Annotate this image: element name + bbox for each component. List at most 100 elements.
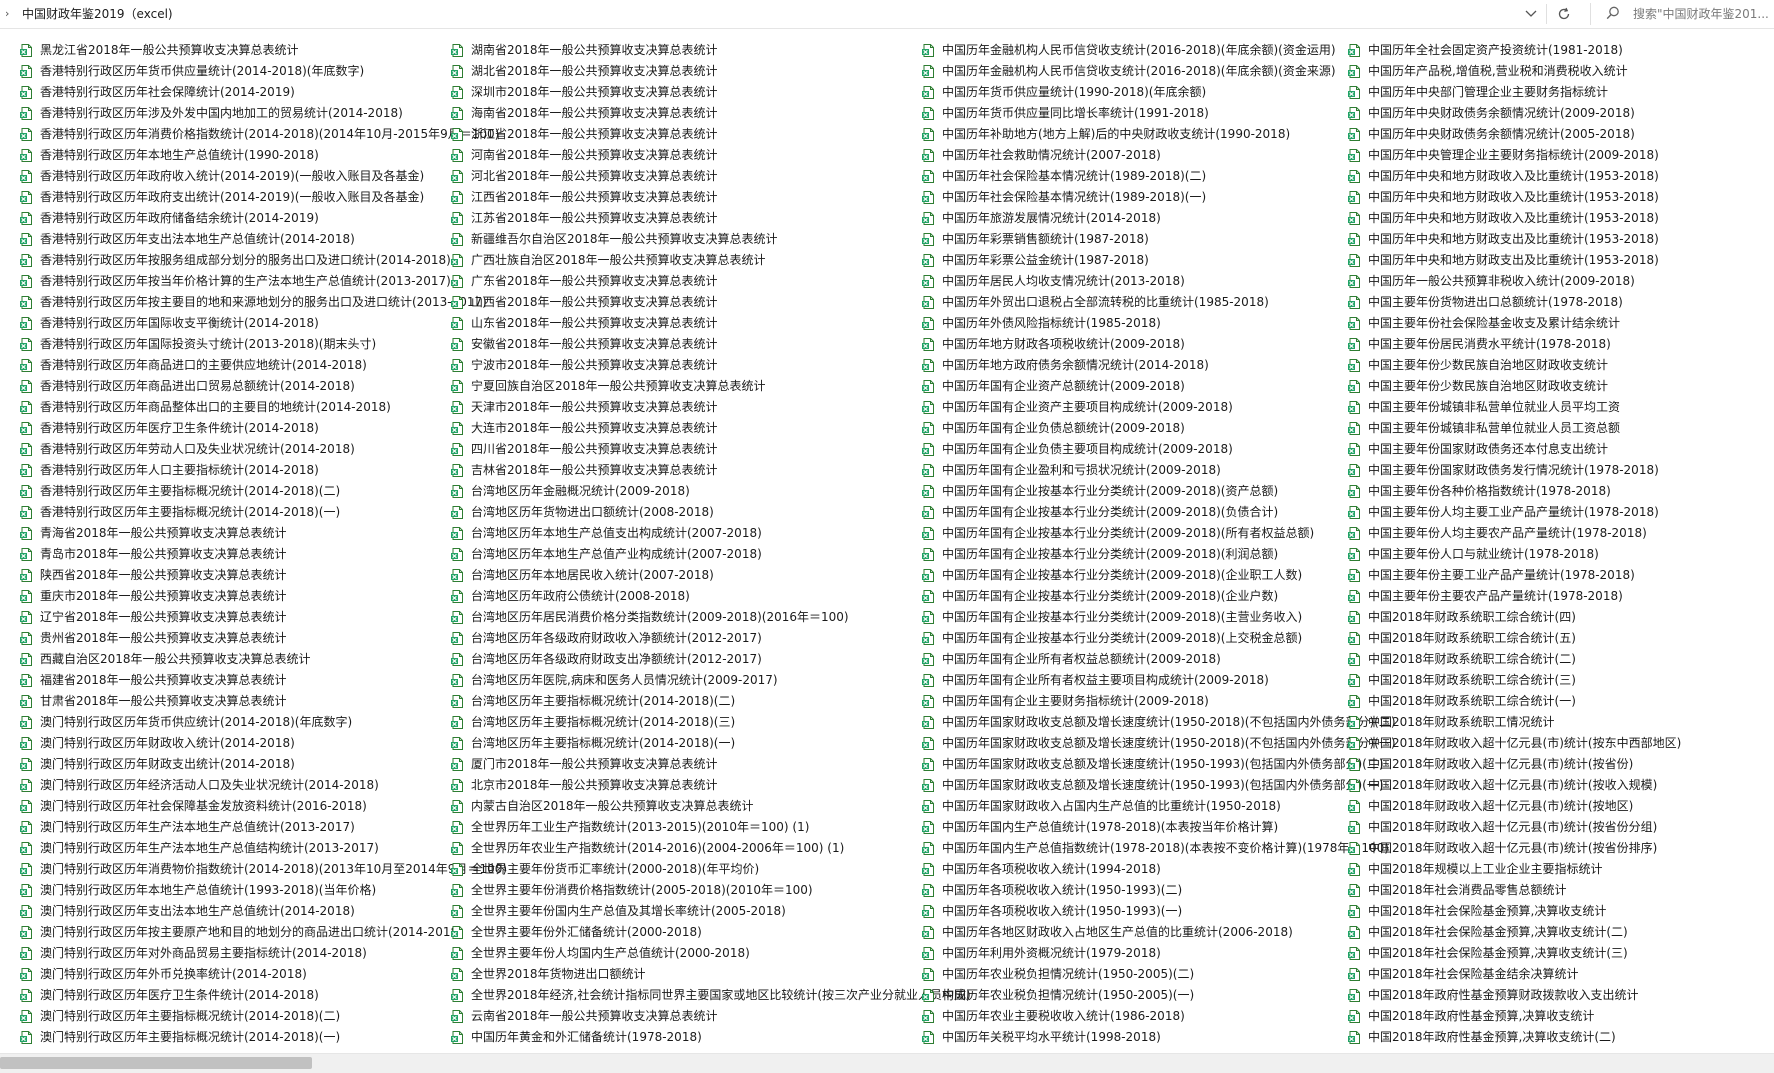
file-item[interactable]: 台湾地区历年主要指标概况统计(2014-2018)(二) (450, 691, 950, 712)
file-item[interactable]: 台湾地区历年医院,病床和医务人员情况统计(2009-2017) (450, 670, 950, 691)
file-item[interactable]: 中国历年居民人均收支情况统计(2013-2018) (921, 271, 1421, 292)
file-item[interactable]: 澳门特别行政区历年主要指标概况统计(2014-2018)(二) (19, 1006, 519, 1027)
file-item[interactable]: 中国历年国有企业按基本行业分类统计(2009-2018)(所有者权益总额) (921, 523, 1421, 544)
file-item[interactable]: 全世界2018年经济,社会统计指标同世界主要国家或地区比较统计(按三次产业分就业… (450, 985, 971, 1006)
file-item[interactable]: 中国历年金融机构人民币信贷收支统计(2016-2018)(年底余额)(资金来源) (921, 61, 1421, 82)
file-item[interactable]: 中国主要年份主要工业产品产量统计(1978-2018) (1347, 565, 1774, 586)
file-item[interactable]: 中国历年货币供应量统计(1990-2018)(年底余额) (921, 82, 1421, 103)
file-item[interactable]: 四川省2018年一般公共预算收支决算总表统计 (450, 439, 950, 460)
file-item[interactable]: 中国历年外债风险指标统计(1985-2018) (921, 313, 1421, 334)
file-item[interactable]: 湖北省2018年一般公共预算收支决算总表统计 (450, 61, 950, 82)
file-item[interactable]: 中国历年各地区财政收入占地区生产总值的比重统计(2006-2018) (921, 922, 1421, 943)
file-item[interactable]: 贵州省2018年一般公共预算收支决算总表统计 (19, 628, 519, 649)
file-item[interactable]: 香港特别行政区历年商品进口的主要供应地统计(2014-2018) (19, 355, 519, 376)
file-item[interactable]: 台湾地区历年主要指标概况统计(2014-2018)(一) (450, 733, 950, 754)
file-item[interactable]: 中国历年中央和地方财政支出及比重统计(1953-2018) (1347, 250, 1774, 271)
file-item[interactable]: 全世界主要年份人均国内生产总值统计(2000-2018) (450, 943, 950, 964)
file-item[interactable]: 中国主要年份各种价格指数统计(1978-2018) (1347, 481, 1774, 502)
file-item[interactable]: 香港特别行政区历年国际收支平衡统计(2014-2018) (19, 313, 519, 334)
file-item[interactable]: 中国历年国家财政收支总额及增长速度统计(1950-1993)(包括国内外债务部分… (921, 775, 1421, 796)
file-item[interactable]: 中国主要年份货物进出口总额统计(1978-2018) (1347, 292, 1774, 313)
file-item[interactable]: 全世界历年工业生产指数统计(2013-2015)(2010年＝100) (1) (450, 817, 950, 838)
file-item[interactable]: 中国历年外贸出口退税占全部流转税的比重统计(1985-2018) (921, 292, 1421, 313)
file-item[interactable]: 中国2018年财政收入超十亿元县(市)统计(按省份分组) (1347, 817, 1774, 838)
file-item[interactable]: 香港特别行政区历年政府收入统计(2014-2019)(一般收入账目及各基金) (19, 166, 519, 187)
file-item[interactable]: 台湾地区历年各级政府财政收入净额统计(2012-2017) (450, 628, 950, 649)
file-item[interactable]: 澳门特别行政区历年财政收入统计(2014-2018) (19, 733, 519, 754)
file-item[interactable]: 中国历年各项税收收入统计(1950-1993)(二) (921, 880, 1421, 901)
file-item[interactable]: 中国历年中央部门管理企业主要财务指标统计 (1347, 82, 1774, 103)
file-item[interactable]: 中国历年中央和地方财政收入及比重统计(1953-2018) (1347, 208, 1774, 229)
file-item[interactable]: 中国2018年政府性基金预算,决算收支统计(二) (1347, 1027, 1774, 1048)
scrollbar-thumb[interactable] (0, 1057, 312, 1069)
folder-path[interactable]: 中国财政年鉴2019（excel) (22, 6, 173, 22)
file-item[interactable]: 中国主要年份人口与就业统计(1978-2018) (1347, 544, 1774, 565)
file-item[interactable]: 全世界主要年份货币汇率统计(2000-2018)(年平均价) (450, 859, 950, 880)
file-item[interactable]: 中国历年国内生产总值指数统计(1978-2018)(本表按不变价格计算)(197… (921, 838, 1421, 859)
file-item[interactable]: 中国历年国有企业按基本行业分类统计(2009-2018)(主营业务收入) (921, 607, 1421, 628)
file-item[interactable]: 中国历年彩票销售额统计(1987-2018) (921, 229, 1421, 250)
file-item[interactable]: 中国历年国有企业所有者权益主要项目构成统计(2009-2018) (921, 670, 1421, 691)
file-item[interactable]: 中国历年金融机构人民币信贷收支统计(2016-2018)(年底余额)(资金运用) (921, 40, 1421, 61)
file-item[interactable]: 中国历年国家财政收支总额及增长速度统计(1950-1993)(包括国内外债务部分… (921, 754, 1421, 775)
file-item[interactable]: 中国历年中央和地方财政支出及比重统计(1953-2018) (1347, 229, 1774, 250)
file-item[interactable]: 海南省2018年一般公共预算收支决算总表统计 (450, 103, 950, 124)
file-item[interactable]: 中国历年国家财政收支总额及增长速度统计(1950-2018)(不包括国内外债务部… (921, 733, 1421, 754)
file-item[interactable]: 中国历年地方政府债务余额情况统计(2014-2018) (921, 355, 1421, 376)
file-item[interactable]: 香港特别行政区历年主要指标概况统计(2014-2018)(一) (19, 502, 519, 523)
file-item[interactable]: 吉林省2018年一般公共预算收支决算总表统计 (450, 460, 950, 481)
file-item[interactable]: 澳门特别行政区历年主要指标概况统计(2014-2018)(一) (19, 1027, 519, 1048)
file-item[interactable]: 中国主要年份国家财政债务发行情况统计(1978-2018) (1347, 460, 1774, 481)
file-item[interactable]: 澳门特别行政区历年生产法本地生产总值统计(2013-2017) (19, 817, 519, 838)
file-item[interactable]: 甘肃省2018年一般公共预算收支决算总表统计 (19, 691, 519, 712)
file-item[interactable]: 澳门特别行政区历年支出法本地生产总值统计(2014-2018) (19, 901, 519, 922)
file-item[interactable]: 台湾地区历年货物进出口额统计(2008-2018) (450, 502, 950, 523)
file-item[interactable]: 香港特别行政区历年政府储备结余统计(2014-2019) (19, 208, 519, 229)
file-item[interactable]: 中国主要年份少数民族自治地区财政收支统计 (1347, 376, 1774, 397)
file-item[interactable]: 中国历年国有企业资产总额统计(2009-2018) (921, 376, 1421, 397)
file-item[interactable]: 中国2018年财政系统职工综合统计(三) (1347, 670, 1774, 691)
file-item[interactable]: 中国2018年财政收入超十亿元县(市)统计(按东中西部地区) (1347, 733, 1774, 754)
file-item[interactable]: 大连市2018年一般公共预算收支决算总表统计 (450, 418, 950, 439)
file-item[interactable]: 宁波市2018年一般公共预算收支决算总表统计 (450, 355, 950, 376)
file-item[interactable]: 中国历年彩票公益金统计(1987-2018) (921, 250, 1421, 271)
file-item[interactable]: 中国2018年财政收入超十亿元县(市)统计(按收入规模) (1347, 775, 1774, 796)
file-item[interactable]: 中国2018年财政系统职工综合统计(五) (1347, 628, 1774, 649)
file-item[interactable]: 澳门特别行政区历年消费物价指数统计(2014-2018)(2013年10月至20… (19, 859, 519, 880)
file-item[interactable]: 中国历年关税平均水平统计(1998-2018) (921, 1027, 1421, 1048)
file-item[interactable]: 中国历年中央财政债务余额情况统计(2005-2018) (1347, 124, 1774, 145)
file-item[interactable]: 香港特别行政区历年社会保障统计(2014-2019) (19, 82, 519, 103)
file-item[interactable]: 福建省2018年一般公共预算收支决算总表统计 (19, 670, 519, 691)
file-item[interactable]: 澳门特别行政区历年医疗卫生条件统计(2014-2018) (19, 985, 519, 1006)
file-item[interactable]: 中国历年国内生产总值统计(1978-2018)(本表按当年价格计算) (921, 817, 1421, 838)
file-item[interactable]: 中国历年中央和地方财政收入及比重统计(1953-2018) (1347, 166, 1774, 187)
file-item[interactable]: 中国2018年政府性基金预算,决算收支统计 (1347, 1006, 1774, 1027)
file-item[interactable]: 全世界主要年份消费价格指数统计(2005-2018)(2010年＝100) (450, 880, 950, 901)
file-item[interactable]: 内蒙古自治区2018年一般公共预算收支决算总表统计 (450, 796, 950, 817)
file-item[interactable]: 中国历年农业税负担情况统计(1950-2005)(一) (921, 985, 1421, 1006)
file-item[interactable]: 全世界主要年份外汇储备统计(2000-2018) (450, 922, 950, 943)
file-item[interactable]: 台湾地区历年本地居民收入统计(2007-2018) (450, 565, 950, 586)
file-item[interactable]: 中国历年中央财政债务余额情况统计(2009-2018) (1347, 103, 1774, 124)
file-item[interactable]: 广西壮族自治区2018年一般公共预算收支决算总表统计 (450, 250, 950, 271)
file-item[interactable]: 中国历年一般公共预算非税收入统计(2009-2018) (1347, 271, 1774, 292)
file-item[interactable]: 澳门特别行政区历年货币供应统计(2014-2018)(年底数字) (19, 712, 519, 733)
file-item[interactable]: 香港特别行政区历年按当年价格计算的生产法本地生产总值统计(2013-2017) (19, 271, 519, 292)
file-item[interactable]: 中国主要年份主要农产品产量统计(1978-2018) (1347, 586, 1774, 607)
path-history-dropdown[interactable] (1520, 4, 1542, 24)
file-item[interactable]: 中国历年产品税,增值税,营业税和消费税收入统计 (1347, 61, 1774, 82)
file-item[interactable]: 澳门特别行政区历年外币兑换率统计(2014-2018) (19, 964, 519, 985)
file-item[interactable]: 中国2018年社会保险基金预算,决算收支统计(二) (1347, 922, 1774, 943)
file-item[interactable]: 香港特别行政区历年商品整体出口的主要目的地统计(2014-2018) (19, 397, 519, 418)
file-item[interactable]: 中国历年国家财政收支总额及增长速度统计(1950-2018)(不包括国内外债务部… (921, 712, 1421, 733)
file-item[interactable]: 山西省2018年一般公共预算收支决算总表统计 (450, 292, 950, 313)
file-item[interactable]: 中国2018年财政系统职工综合统计(四) (1347, 607, 1774, 628)
file-item[interactable]: 中国历年中央和地方财政收入及比重统计(1953-2018) (1347, 187, 1774, 208)
file-item[interactable]: 香港特别行政区历年国际投资头寸统计(2013-2018)(期末头寸) (19, 334, 519, 355)
file-item[interactable]: 中国2018年规模以上工业企业主要指标统计 (1347, 859, 1774, 880)
file-item[interactable]: 中国2018年社会保险基金结余决算统计 (1347, 964, 1774, 985)
file-item[interactable]: 江苏省2018年一般公共预算收支决算总表统计 (450, 208, 950, 229)
file-item[interactable]: 湖南省2018年一般公共预算收支决算总表统计 (450, 40, 950, 61)
file-item[interactable]: 中国历年各项税收收入统计(1950-1993)(一) (921, 901, 1421, 922)
file-item[interactable]: 台湾地区历年主要指标概况统计(2014-2018)(三) (450, 712, 950, 733)
